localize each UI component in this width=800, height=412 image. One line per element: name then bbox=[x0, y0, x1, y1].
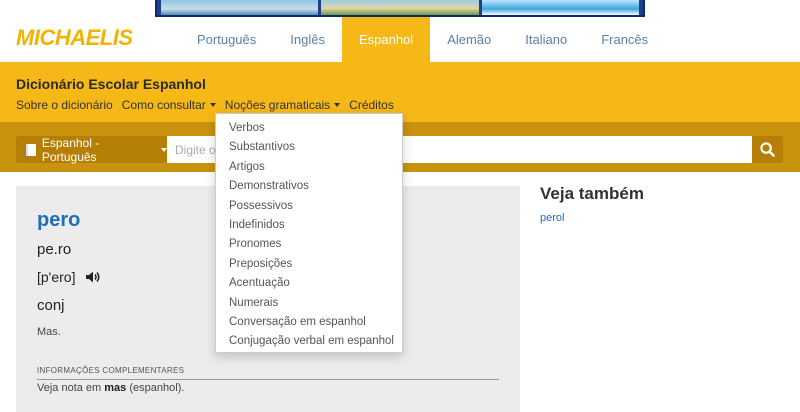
see-also-title: Veja também bbox=[540, 184, 644, 203]
dropdown-item-preposicoes[interactable]: Preposições bbox=[216, 255, 402, 274]
translation: Mas. bbox=[37, 326, 61, 338]
info-suffix: (espanhol). bbox=[129, 382, 185, 394]
dropdown-item-indefinidos[interactable]: Indefinidos bbox=[216, 216, 402, 235]
ad-banner[interactable] bbox=[155, 0, 645, 17]
book-icon bbox=[26, 143, 36, 156]
banner-image bbox=[481, 0, 639, 15]
dropdown-item-demonstrativos[interactable]: Demonstrativos bbox=[216, 177, 402, 196]
nocoes-gramaticais-dropdown: Verbos Substantivos Artigos Demonstrativ… bbox=[215, 113, 403, 353]
subnav-como-consultar[interactable]: Como consultar bbox=[122, 98, 216, 112]
banner-image bbox=[321, 0, 479, 15]
phonetic-transcription: [p'ero] bbox=[37, 269, 76, 285]
divider bbox=[37, 379, 499, 380]
direction-label: Espanhol - Português bbox=[41, 135, 100, 164]
tab-italiano[interactable]: Italiano bbox=[508, 17, 584, 62]
dropdown-item-substantivos[interactable]: Substantivos bbox=[216, 138, 402, 157]
speaker-icon[interactable] bbox=[85, 270, 101, 284]
language-tabs: Português Inglês Espanhol Alemão Italian… bbox=[180, 17, 665, 62]
dropdown-item-pronomes[interactable]: Pronomes bbox=[216, 235, 402, 254]
tab-espanhol[interactable]: Espanhol bbox=[341, 17, 431, 62]
phonetic-row: [p'ero] bbox=[37, 269, 101, 285]
direction-select-button[interactable]: Espanhol - Português bbox=[16, 135, 167, 164]
tab-frances[interactable]: Francês bbox=[584, 17, 665, 62]
dropdown-item-conjugacao[interactable]: Conjugação verbal em espanhol bbox=[216, 332, 402, 351]
subnav-label: Sobre o dicionário bbox=[16, 98, 113, 112]
part-of-speech: conj bbox=[37, 297, 65, 314]
syllable-division: pe.ro bbox=[37, 241, 72, 258]
search-icon bbox=[760, 142, 775, 157]
subnav-label: Como consultar bbox=[121, 98, 206, 112]
logo[interactable]: MICHAELIS bbox=[16, 25, 133, 51]
dropdown-item-verbos[interactable]: Verbos bbox=[216, 119, 402, 138]
info-label: INFORMAÇÕES COMPLEMENTARES bbox=[37, 366, 185, 375]
dictionary-title: Dicionário Escolar Espanhol bbox=[16, 76, 206, 92]
subnav-label: Noções gramaticais bbox=[224, 98, 331, 112]
banner-image bbox=[161, 0, 319, 15]
subnav-creditos[interactable]: Créditos bbox=[349, 98, 394, 112]
tab-alemao[interactable]: Alemão bbox=[430, 17, 508, 62]
subnav-nocoes-gramaticais[interactable]: Noções gramaticais bbox=[224, 98, 341, 112]
caret-down-icon bbox=[209, 103, 216, 107]
search-button[interactable] bbox=[752, 136, 783, 163]
dropdown-item-possessivos[interactable]: Possessivos bbox=[216, 197, 402, 216]
tab-portugues[interactable]: Português bbox=[180, 17, 273, 62]
page: MICHAELIS Português Inglês Espanhol Alem… bbox=[0, 0, 800, 412]
dropdown-item-acentuacao[interactable]: Acentuação bbox=[216, 274, 402, 293]
dropdown-item-artigos[interactable]: Artigos bbox=[216, 158, 402, 177]
dropdown-item-conversacao[interactable]: Conversação em espanhol bbox=[216, 313, 402, 332]
subnav-label: Créditos bbox=[349, 98, 394, 112]
see-also-link[interactable]: perol bbox=[540, 212, 564, 224]
info-prefix: Veja nota em bbox=[37, 382, 102, 394]
subnav-sobre[interactable]: Sobre o dicionário bbox=[16, 98, 113, 112]
tab-ingles[interactable]: Inglês bbox=[273, 17, 342, 62]
info-word: mas bbox=[104, 382, 127, 394]
headword: pero bbox=[37, 209, 81, 231]
dropdown-item-numerais[interactable]: Numerais bbox=[216, 294, 402, 313]
info-text: Veja nota em mas (espanhol). bbox=[37, 382, 184, 394]
dictionary-subnav: Sobre o dicionário Como consultar Noções… bbox=[16, 98, 394, 112]
caret-down-icon bbox=[334, 103, 341, 107]
